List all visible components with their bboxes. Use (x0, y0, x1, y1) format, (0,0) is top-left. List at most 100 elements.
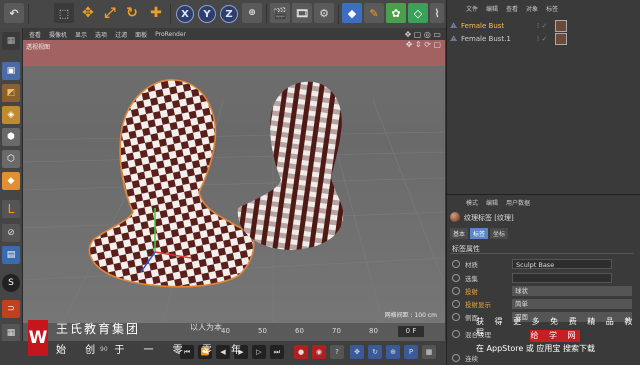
am-menu-mode[interactable]: 模式 (466, 198, 478, 210)
om-menu-objects[interactable]: 对象 (526, 4, 538, 16)
material-field[interactable]: Sculpt Base (512, 259, 612, 269)
render-settings-icon[interactable]: ⚙ (314, 3, 334, 23)
grid-icon[interactable]: ▦ (2, 324, 20, 342)
add-object-icon[interactable]: ✚ (146, 3, 166, 23)
main-toolbar: ↶ ⬚ ✥ ⤢ ↻ ✚ X Y Z ⊕ 🎬 🎞 ⚙ ◆ ✎ ✿ ◇ ⌇ (0, 0, 446, 29)
param-radio[interactable] (452, 300, 460, 308)
timeline-tick: 40 (221, 327, 230, 335)
visibility-dots[interactable]: ⁞ ✓ (537, 22, 547, 30)
object-manager-menu: 文件 编辑 查看 对象 标签 (446, 4, 640, 16)
object-row[interactable]: ⟁ Female Bust ⁞ ✓ (450, 20, 630, 32)
timeline-tick: 80 (369, 327, 378, 335)
x-axis-button[interactable]: X (176, 5, 194, 23)
param-radio[interactable] (452, 330, 460, 338)
key-pla-icon[interactable]: ▦ (422, 345, 436, 359)
tab-tag[interactable]: 标签 (470, 228, 489, 239)
polygon-object-icon: ⟁ (450, 21, 458, 30)
om-menu-edit[interactable]: 编辑 (486, 4, 498, 16)
param-row-projection-display: 投射显示 简单 (452, 298, 636, 310)
viewport-view-icons[interactable]: ✥ ⇕ ⟳ ▢ (406, 40, 441, 49)
coordinate-system-icon[interactable]: ⊕ (242, 3, 262, 23)
key-position-icon[interactable]: ✥ (350, 345, 364, 359)
points-mode-icon[interactable]: ⬢ (2, 128, 20, 146)
current-frame-field[interactable]: 0 F (398, 326, 424, 337)
menu-options[interactable]: 选项 (95, 30, 107, 39)
viewport-solo-icon[interactable]: ▤ (2, 246, 20, 264)
param-radio[interactable] (452, 260, 460, 268)
rotate-tool-icon[interactable]: ↻ (122, 3, 142, 23)
am-menu-edit[interactable]: 编辑 (486, 198, 498, 210)
array-icon[interactable]: ◇ (408, 3, 428, 23)
projection-display-dropdown[interactable]: 简单 (512, 299, 632, 309)
param-radio[interactable] (452, 313, 460, 321)
polygon-object-icon: ⟁ (450, 34, 458, 43)
key-rotation-icon[interactable]: ↻ (368, 345, 382, 359)
menu-prorender[interactable]: ProRender (155, 31, 186, 38)
menu-camera[interactable]: 摄像机 (49, 30, 67, 39)
object-row[interactable]: ⟁ Female Bust.1 ⁞ ✓ (450, 33, 630, 45)
object-name: Female Bust (461, 22, 505, 30)
projection-dropdown[interactable]: 球状 (512, 286, 632, 296)
female-bust-selected (88, 79, 255, 288)
scale-tool-icon[interactable]: ⤢ (100, 3, 120, 23)
selection-field[interactable] (512, 273, 612, 283)
go-end-icon[interactable]: ⏭ (270, 345, 284, 359)
tweak-mode-icon[interactable]: ⊘ (2, 224, 20, 242)
section-divider (450, 253, 634, 254)
axis-mode-icon[interactable]: L (2, 200, 20, 218)
move-tool-icon[interactable]: ✥ (78, 3, 98, 23)
left-toolbar: ▦ ▣ ◩ ◈ ⬢ ⬡ ◆ L ⊘ ▤ S ⊃ ▦ (0, 28, 23, 348)
viewport-nav-icon[interactable]: ✥ ▢ ◎ ▭ (405, 30, 445, 39)
am-menu-userdata[interactable]: 用户数据 (506, 198, 530, 210)
param-radio[interactable] (452, 287, 460, 295)
subdivision-icon[interactable]: ✿ (386, 3, 406, 23)
menu-filter[interactable]: 过滤 (115, 30, 127, 39)
texture-tag-icon[interactable] (555, 33, 568, 45)
cube-object-icon[interactable]: ◆ (342, 3, 362, 23)
render-view-icon[interactable]: 🎬 (270, 3, 290, 23)
tab-coordinates[interactable]: 坐标 (490, 228, 509, 239)
menu-panel[interactable]: 面板 (135, 30, 147, 39)
workplane-mode-icon[interactable]: ◈ (2, 106, 20, 124)
edges-mode-icon[interactable]: ⬡ (2, 150, 20, 168)
floor-grid (23, 99, 445, 323)
key-scale-icon[interactable]: ⊕ (386, 345, 400, 359)
tab-basic[interactable]: 基本 (450, 228, 469, 239)
texture-tag-icon[interactable] (555, 20, 568, 32)
texture-mode-icon[interactable]: ◩ (2, 84, 20, 102)
model-mode-icon[interactable]: ▣ (2, 62, 20, 80)
undo-icon[interactable]: ↶ (4, 3, 24, 23)
key-param-icon[interactable]: P (404, 345, 418, 359)
perspective-viewport[interactable]: 透视视图 ✥ ⇕ ⟳ ▢ 网格间距: 100 cm (23, 40, 445, 323)
select-tool-icon[interactable]: ⬚ (54, 3, 74, 23)
viewport-scene (23, 79, 445, 323)
key-selection-icon[interactable]: ? (330, 345, 344, 359)
next-frame-icon[interactable]: ▷ (252, 345, 266, 359)
autokey-icon[interactable]: ◉ (312, 345, 326, 359)
toolbar-divider (170, 4, 171, 24)
record-icon[interactable]: ● (294, 345, 308, 359)
panel-divider (446, 194, 640, 195)
visibility-dots[interactable]: ⁞ ✓ (537, 35, 547, 43)
om-menu-view[interactable]: 查看 (506, 4, 518, 16)
param-radio[interactable] (452, 274, 460, 282)
timeline-tick: 70 (332, 327, 341, 335)
menu-view[interactable]: 查看 (29, 30, 41, 39)
magnet-icon[interactable]: ⊃ (2, 300, 20, 318)
om-menu-file[interactable]: 文件 (466, 4, 478, 16)
promo-line-3: 在 AppStore 或 应用宝 搜索下载 (476, 344, 595, 353)
frame-range-start: 90 (100, 346, 108, 353)
menu-display[interactable]: 显示 (75, 30, 87, 39)
pen-spline-icon[interactable]: ✎ (364, 3, 384, 23)
deformer-icon[interactable]: ⌇ (430, 3, 444, 23)
brand-logo: W (28, 320, 48, 356)
y-axis-button[interactable]: Y (198, 5, 216, 23)
z-axis-button[interactable]: Z (220, 5, 238, 23)
om-menu-tags[interactable]: 标签 (546, 4, 558, 16)
snap-icon[interactable]: S (2, 274, 20, 292)
make-editable-icon[interactable]: ▦ (2, 32, 20, 50)
polygons-mode-icon[interactable]: ◆ (2, 172, 20, 190)
brand-slogan: 以人为本 (190, 323, 222, 332)
param-radio[interactable] (452, 354, 460, 362)
render-picture-viewer-icon[interactable]: 🎞 (292, 3, 312, 23)
